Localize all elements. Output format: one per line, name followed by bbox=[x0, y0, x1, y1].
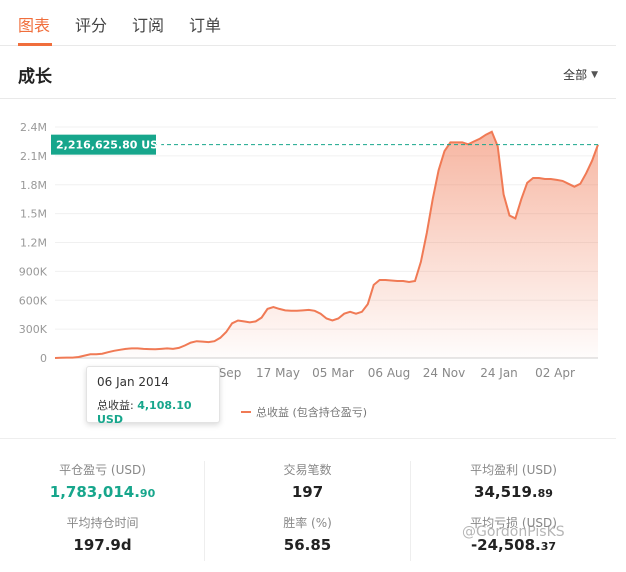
chart-tooltip: 06 Jan 2014 总收益: 4,108.10 USD bbox=[86, 366, 220, 426]
stat-value-dec: 89 bbox=[537, 487, 553, 500]
x-tick-label: 24 Nov bbox=[423, 366, 466, 380]
stat-value: 1,783,014.90 bbox=[0, 483, 205, 501]
stat-closed-pnl: 平仓盈亏 (USD) 1,783,014.90 bbox=[0, 461, 205, 501]
y-tick-label: 1.2M bbox=[20, 237, 47, 250]
range-dropdown-label: 全部 bbox=[563, 68, 588, 82]
stat-value: 34,519.89 bbox=[411, 483, 616, 501]
stats-panel: 平仓盈亏 (USD) 1,783,014.90 交易笔数 197 平均盈利 (U… bbox=[0, 438, 616, 572]
chart-legend[interactable]: 总收益 (包含持仓盈亏) bbox=[241, 404, 367, 420]
x-tick-label: 05 Mar bbox=[312, 366, 354, 380]
stat-label: 平仓盈亏 (USD) bbox=[59, 463, 146, 477]
tab-bar: 图表 评分 订阅 订单 bbox=[0, 0, 616, 46]
y-tick-label: 600K bbox=[19, 294, 48, 307]
stat-value: 56.85 bbox=[283, 536, 332, 554]
stat-value-int: 1,783,014. bbox=[49, 483, 140, 501]
stat-win-rate: 胜率 (%) 56.85 bbox=[205, 514, 410, 554]
stat-label: 平均盈利 (USD) bbox=[470, 463, 557, 477]
y-tick-label: 0 bbox=[40, 352, 47, 365]
x-tick-label: 02 Apr bbox=[535, 366, 575, 380]
tooltip-row: 总收益: 4,108.10 USD bbox=[97, 397, 209, 426]
x-tick-label: 24 Jan bbox=[480, 366, 518, 380]
x-tick-label: 17 May bbox=[256, 366, 300, 380]
watermark: @GordonPisKS bbox=[462, 524, 565, 540]
stat-value: 197 bbox=[291, 483, 324, 501]
stat-avg-profit: 平均盈利 (USD) 34,519.89 bbox=[411, 461, 616, 501]
y-tick-label: 1.5M bbox=[20, 208, 47, 221]
y-tick-label: 300K bbox=[19, 323, 48, 336]
tooltip-date: 06 Jan 2014 bbox=[97, 375, 169, 389]
stat-trade-count: 交易笔数 197 bbox=[205, 461, 410, 501]
x-tick-label: 06 Aug bbox=[368, 366, 411, 380]
tooltip-label: 总收益: bbox=[97, 399, 134, 412]
legend-label: 总收益 (包含持仓盈亏) bbox=[256, 406, 368, 419]
x-tick-label: Sep bbox=[219, 366, 242, 380]
y-tick-label: 1.8M bbox=[20, 179, 47, 192]
legend-swatch bbox=[241, 411, 251, 413]
current-value-badge: 2,216,625.80 USD bbox=[51, 134, 167, 155]
y-tick-label: 900K bbox=[19, 265, 48, 278]
tab-rating[interactable]: 评分 bbox=[75, 12, 107, 36]
stat-value-dec: 37 bbox=[540, 540, 557, 553]
stat-value-dec: 90 bbox=[139, 487, 156, 500]
section-title: 成长 bbox=[18, 67, 52, 87]
current-value-label: 2,216,625.80 USD bbox=[56, 139, 167, 152]
stat-avg-hold-time: 平均持仓时间 197.9d bbox=[0, 514, 205, 554]
stat-value: 197.9d bbox=[73, 536, 132, 554]
tab-subscribe[interactable]: 订阅 bbox=[132, 12, 164, 36]
tab-chart[interactable]: 图表 bbox=[18, 12, 50, 36]
stat-value-int: 34,519. bbox=[474, 483, 538, 501]
tab-orders[interactable]: 订单 bbox=[189, 12, 221, 36]
x-axis: Sep 17 May 05 Mar 06 Aug 24 Nov 24 Jan 02 Apr bbox=[219, 366, 575, 380]
stat-label: 交易笔数 bbox=[283, 463, 332, 477]
y-axis: 0 300K 600K 900K 1.2M 1.5M 1.8M 2.1M 2.4M bbox=[19, 121, 48, 365]
y-tick-label: 2.4M bbox=[20, 121, 47, 134]
stat-label: 胜率 (%) bbox=[283, 516, 332, 530]
active-tab-indicator bbox=[18, 43, 52, 46]
series-area bbox=[55, 131, 598, 358]
range-dropdown[interactable]: 全部 ▼ bbox=[563, 66, 598, 83]
section-header: 成长 全部 ▼ bbox=[0, 47, 616, 99]
y-tick-label: 2.1M bbox=[20, 150, 47, 163]
stat-label: 平均持仓时间 bbox=[66, 516, 139, 530]
caret-down-icon: ▼ bbox=[591, 69, 598, 80]
